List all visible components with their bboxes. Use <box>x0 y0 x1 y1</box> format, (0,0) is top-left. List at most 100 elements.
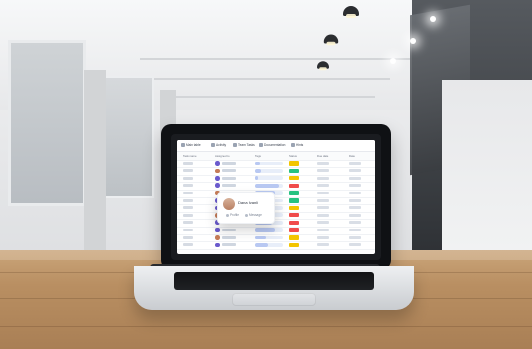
task-cell <box>183 184 193 187</box>
message-icon <box>244 213 248 217</box>
profile-icon <box>226 213 229 217</box>
header-due-date: Due date <box>317 154 329 158</box>
header-date: Date <box>349 154 355 158</box>
status-badge[interactable] <box>289 227 299 233</box>
laptop-base <box>134 266 414 310</box>
progress-fill <box>255 183 279 188</box>
avatar <box>215 168 220 174</box>
assignee-name <box>222 228 236 232</box>
table-icon <box>181 143 185 148</box>
date-cell <box>349 206 361 210</box>
task-cell <box>183 191 193 195</box>
topbar: Main table Activity Team Tasks Documenta… <box>177 140 375 152</box>
ceiling-beam <box>150 78 390 80</box>
status-badge[interactable] <box>289 235 299 240</box>
task-cell <box>183 228 193 232</box>
window <box>8 40 86 206</box>
progress-fill <box>255 235 267 240</box>
header-task-name: Task name <box>183 154 197 158</box>
pendant-lamp-icon <box>323 34 339 46</box>
status-badge[interactable] <box>289 190 299 196</box>
progress-bar <box>255 235 283 240</box>
topbar-item-documentation[interactable]: Documentation <box>259 142 285 149</box>
assignee-name <box>222 243 236 247</box>
task-cell <box>183 236 193 239</box>
popover-profile-action[interactable]: Profile <box>226 213 239 218</box>
date-cell <box>349 162 361 165</box>
date-cell <box>349 228 361 232</box>
tasks-icon <box>233 143 237 148</box>
progress-bar <box>255 176 283 181</box>
due-date-cell <box>317 184 329 187</box>
pendant-lamp-icon <box>317 61 329 71</box>
ceiling-light-icon <box>390 58 396 64</box>
laptop-lid: Main table Activity Team Tasks Documenta… <box>161 124 391 270</box>
laptop-screen: Main table Activity Team Tasks Documenta… <box>177 140 375 254</box>
due-date-cell <box>317 199 329 202</box>
date-cell <box>349 169 361 173</box>
topbar-item-team-tasks[interactable]: Team Tasks <box>233 142 255 149</box>
due-date-cell <box>317 243 329 247</box>
date-cell <box>349 243 361 247</box>
pendant-lamp-icon <box>343 6 359 18</box>
header-status: Status <box>289 154 297 158</box>
status-badge[interactable] <box>289 176 299 181</box>
avatar <box>215 161 220 166</box>
due-date-cell <box>317 206 329 210</box>
assignee-name <box>222 169 236 173</box>
status-badge[interactable] <box>289 183 299 188</box>
progress-fill <box>255 242 268 247</box>
popover-actions: Profile Message <box>226 213 267 218</box>
assignee-name <box>222 236 236 239</box>
progress-bar <box>255 228 283 232</box>
status-badge[interactable] <box>289 205 299 210</box>
ceiling-beam <box>165 96 375 98</box>
topbar-item-hints[interactable]: Hints <box>291 142 303 149</box>
date-cell <box>349 184 361 187</box>
status-badge[interactable] <box>289 220 299 225</box>
task-cell <box>183 213 193 217</box>
due-date-cell <box>317 169 329 173</box>
date-cell <box>349 236 361 239</box>
task-cell <box>183 243 193 247</box>
ceiling-light-icon <box>430 16 436 22</box>
due-date-cell <box>317 236 329 239</box>
avatar <box>215 175 220 181</box>
due-date-cell <box>317 228 329 232</box>
keyboard <box>174 272 374 290</box>
avatar <box>215 235 220 240</box>
progress-bar <box>255 242 283 247</box>
ceiling-beam <box>140 58 410 60</box>
scene: Main table Activity Team Tasks Documenta… <box>0 0 532 349</box>
laptop-bezel: Main table Activity Team Tasks Documenta… <box>171 134 381 260</box>
header-tags: Tags <box>255 154 261 158</box>
status-badge[interactable] <box>289 242 299 247</box>
popover-user-name: Dana Ivanli <box>238 200 259 205</box>
assignee-name <box>222 176 236 180</box>
wood-plank-line <box>0 326 532 327</box>
avatar <box>215 227 220 233</box>
task-cell <box>183 169 193 173</box>
assignee-name <box>222 184 236 187</box>
task-cell <box>183 162 193 165</box>
pillar <box>84 70 106 250</box>
status-badge[interactable] <box>289 198 299 203</box>
avatar <box>223 198 235 210</box>
activity-icon <box>211 143 215 148</box>
date-cell <box>349 191 361 195</box>
right-panel <box>442 80 532 250</box>
avatar <box>215 242 220 248</box>
due-date-cell <box>317 176 329 180</box>
progress-bar <box>255 168 283 173</box>
task-cell <box>183 176 193 180</box>
popover-message-action[interactable]: Message <box>244 213 262 218</box>
topbar-item-activity[interactable]: Activity <box>211 142 226 149</box>
status-badge[interactable] <box>289 168 299 173</box>
status-badge[interactable] <box>289 213 299 218</box>
date-cell <box>349 221 361 224</box>
topbar-item-main-table[interactable]: Main table <box>181 142 201 149</box>
table-row[interactable] <box>177 241 375 250</box>
progress-fill <box>255 161 261 166</box>
status-badge[interactable] <box>289 161 299 166</box>
progress-bar <box>255 161 283 166</box>
